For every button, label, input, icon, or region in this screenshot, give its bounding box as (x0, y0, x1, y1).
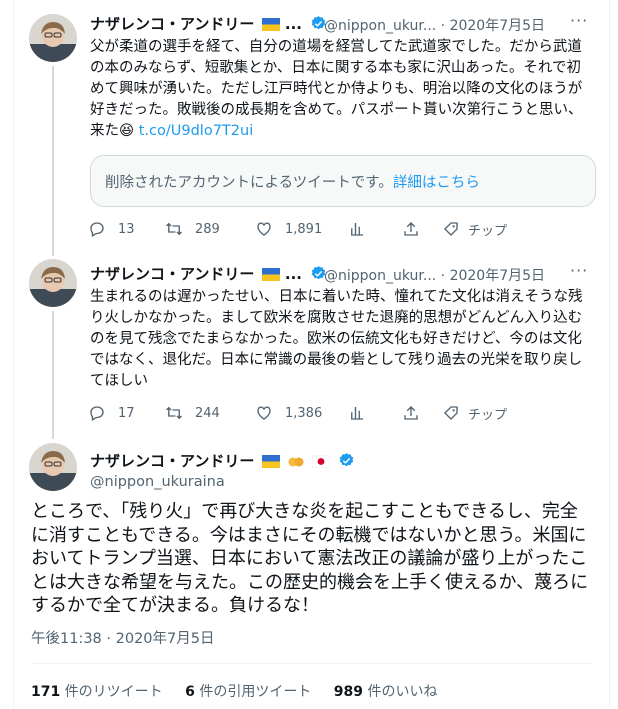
main-tweet-text: ところで、「残り火」で再び大きな炎を起こすこともできるし、完全に消すこともできる… (31, 501, 589, 616)
tip-label: チップ (468, 223, 508, 239)
quote-details-link[interactable]: 詳細はこちら (393, 175, 480, 191)
like-button[interactable]: 1,386 (255, 404, 348, 422)
japan-flag-icon (312, 455, 331, 468)
tweet-meta[interactable]: @nippon_ukur... · 2020年7月5日 (324, 15, 545, 35)
tweet-date[interactable]: · 2020年7月5日 (441, 268, 545, 284)
analytics-icon (351, 223, 363, 236)
like-stat-count: 989 (333, 684, 364, 700)
quote-stat[interactable]: 6 件の引用ツイート (185, 684, 311, 700)
share-icon (404, 222, 418, 236)
share-icon (404, 406, 418, 420)
tweet-timestamp[interactable]: 午後11:38 · 2020年7月5日 (31, 627, 214, 648)
share-button[interactable] (402, 220, 442, 238)
ellipsis: ... (284, 15, 302, 33)
quote-notice: 削除されたアカウントによるツイートです。詳細はこちら (105, 171, 480, 192)
thread-connector (52, 66, 54, 256)
tweet-text: 生まれるのは遅かったせい、日本に着いた時、憧れてた文化は消えそうな残り火しかなか… (90, 287, 590, 392)
engagement-stats: 171 件のリツイート 6 件の引用ツイート 989 件のいいね (31, 681, 437, 701)
tweet-actions: 17 244 1,386 チップ (88, 403, 528, 423)
verified-badge-icon (340, 453, 354, 467)
reply-button[interactable]: 17 (88, 404, 165, 422)
retweet-stat[interactable]: 171 件のリツイート (31, 684, 163, 700)
retweet-icon (166, 406, 182, 420)
avatar-photo (29, 259, 77, 307)
tip-icon (444, 406, 458, 420)
retweet-icon (166, 222, 182, 236)
heart-icon (257, 222, 271, 236)
retweet-button[interactable]: 244 (165, 404, 255, 422)
author-handle[interactable]: @nippon_ukur... (324, 18, 436, 34)
quote-notice-text: 削除されたアカウントによるツイートです。 (105, 175, 393, 191)
ukraine-flag-icon (261, 18, 280, 31)
ellipsis: ... (284, 265, 302, 283)
tweet-actions: 13 289 1,891 チップ (88, 219, 528, 239)
reply-button[interactable]: 13 (88, 220, 165, 238)
tweet-link[interactable]: t.co/U9dlo7T2ui (139, 123, 254, 139)
tweet-meta[interactable]: @nippon_ukur... · 2020年7月5日 (324, 265, 545, 285)
avatar[interactable] (29, 259, 77, 307)
avatar[interactable] (29, 443, 77, 491)
heart-icon (257, 406, 271, 420)
quoted-tweet[interactable]: 削除されたアカウントによるツイートです。詳細はこちら (90, 155, 596, 207)
analytics-button[interactable] (348, 220, 402, 238)
author-name[interactable]: ナザレンコ・アンドリー ... (90, 263, 327, 284)
ukraine-flag-icon (261, 455, 280, 468)
avatar-photo (29, 443, 77, 491)
tip-button[interactable]: チップ (442, 220, 507, 239)
quote-stat-label: 件の引用ツイート (194, 684, 312, 700)
reply-count: 17 (118, 405, 135, 421)
author-name-text: ナザレンコ・アンドリー (90, 452, 255, 470)
like-button[interactable]: 1,891 (255, 220, 348, 238)
author-name-text: ナザレンコ・アンドリー (90, 265, 255, 283)
thread-connector (52, 311, 54, 439)
author-name[interactable]: ナザレンコ・アンドリー ... (90, 13, 327, 34)
quote-stat-count: 6 (185, 684, 195, 700)
like-count: 1,386 (285, 405, 323, 421)
author-name[interactable]: ナザレンコ・アンドリー (90, 450, 355, 471)
author-handle[interactable]: @nippon_ukuraina (90, 474, 225, 490)
analytics-button[interactable] (348, 404, 402, 422)
more-options-icon[interactable]: ··· (570, 261, 588, 280)
reply-count: 13 (118, 221, 135, 237)
more-options-icon[interactable]: ··· (570, 11, 588, 30)
retweet-button[interactable]: 289 (165, 220, 255, 238)
tip-label: チップ (468, 407, 508, 423)
retweet-stat-count: 171 (31, 684, 61, 700)
analytics-icon (351, 407, 363, 420)
avatar[interactable] (29, 14, 77, 62)
retweet-stat-label: 件のリツイート (60, 684, 163, 700)
author-handle[interactable]: @nippon_ukur... (324, 268, 436, 284)
tip-icon (444, 222, 458, 236)
like-stat[interactable]: 989 件のいいね (334, 684, 438, 700)
share-button[interactable] (402, 404, 442, 422)
handshake-icon (288, 457, 304, 467)
reply-icon (90, 406, 104, 421)
retweet-count: 244 (195, 405, 220, 421)
author-name-text: ナザレンコ・アンドリー (90, 15, 255, 33)
tip-button[interactable]: チップ (442, 404, 507, 423)
like-stat-label: 件のいいね (363, 684, 438, 700)
tweet-text: 父が柔道の選手を経て、自分の道場を経営してた武道家でした。だから武道の本のみなら… (90, 37, 590, 142)
divider (31, 663, 593, 664)
avatar-photo (29, 14, 77, 62)
reply-icon (90, 222, 104, 237)
retweet-count: 289 (195, 221, 220, 237)
ukraine-flag-icon (261, 268, 280, 281)
tweet-date[interactable]: · 2020年7月5日 (441, 18, 545, 34)
tweet-body: 生まれるのは遅かったせい、日本に着いた時、憧れてた文化は消えそうな残り火しかなか… (90, 289, 583, 389)
like-count: 1,891 (285, 221, 323, 237)
